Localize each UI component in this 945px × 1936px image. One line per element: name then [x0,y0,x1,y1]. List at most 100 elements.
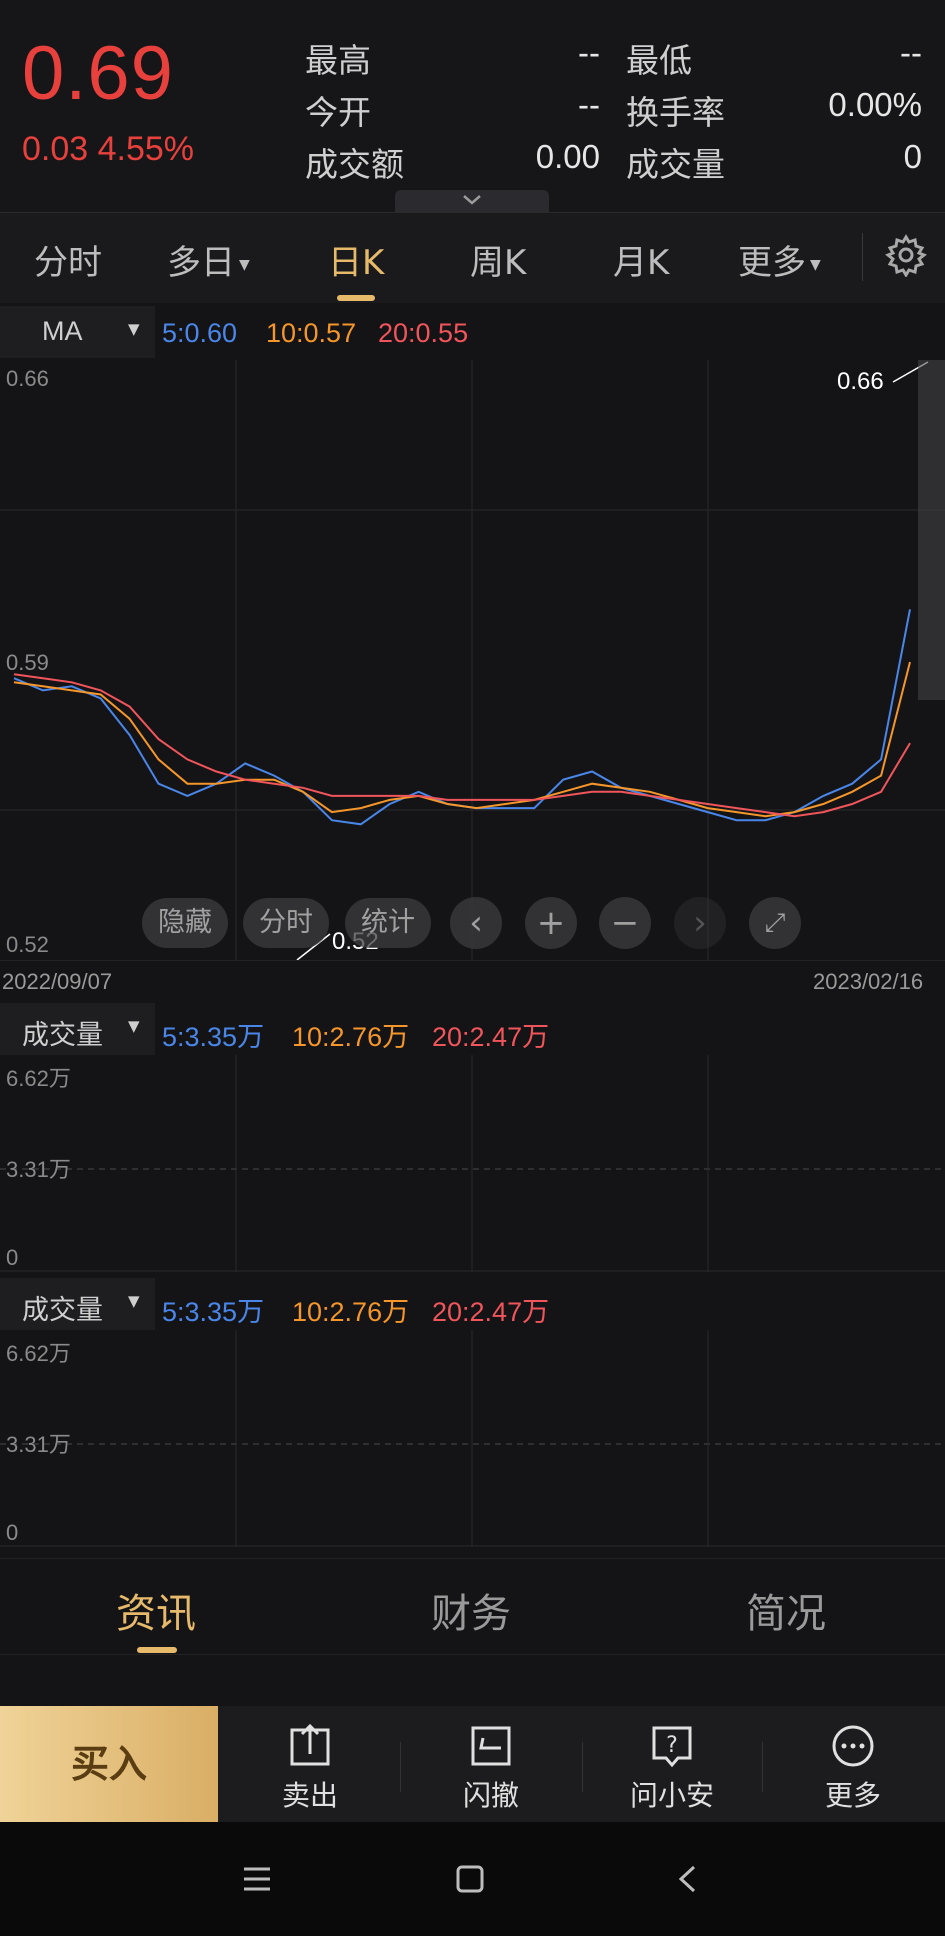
tab-divider [862,233,863,281]
ma10-value: 10:0.57 [266,318,357,348]
caret-down-icon: ▼ [239,256,250,273]
vol-y-top-label: 6.62万 [6,1341,71,1366]
date-axis: 2022/09/07 2023/02/16 [0,960,945,999]
zoom-in-icon[interactable]: + [525,897,577,949]
more-actions-label: 更多 [824,1779,881,1812]
vol-y-mid-label: 3.31万 [6,1432,71,1457]
y-axis-top-label: 0.66 [6,366,49,391]
vol-ma20-value: 20:2.47万 [432,1022,550,1052]
active-tab-indicator [337,295,375,301]
volume-indicator-selector-2[interactable]: 成交量 ▼ [0,1278,155,1330]
active-info-tab-indicator [137,1647,177,1653]
intraday-button[interactable]: 分时 [243,898,329,948]
caret-down-icon: ▼ [128,1292,140,1310]
indicator-name: MA [42,316,83,346]
turnover-rate-value: 0.00% [828,86,922,123]
svg-text:?: ? [666,1733,678,1758]
high-marker-label: 0.66 [837,368,884,395]
volume-value: 0 [903,138,922,175]
trade-action-bar: 买入 卖出 闪撤 ? 问小安 更多 [0,1706,945,1822]
ask-assistant-button[interactable]: ? 问小安 [612,1724,732,1814]
ma20-value: 20:0.55 [378,318,469,348]
vol-ma20-value: 20:2.47万 [432,1297,550,1327]
tab-profile[interactable]: 简况 [746,1581,826,1639]
reset-icon[interactable]: ⤢ [749,897,801,949]
high-label: 最高 [305,41,371,80]
kline-chart[interactable]: 0.66 0.59 0.52 0.66 0.52 隐藏 分时 统计 ‹ + − … [0,360,945,960]
vol-y-bottom-label: 0 [6,1245,19,1270]
caret-down-icon: ▼ [810,256,821,273]
period-tabs: 分时 多日 ▼ 日K 周K 月K 更多 ▼ [0,212,945,303]
tab-multiday[interactable]: 多日 ▼ [167,235,250,284]
low-value: -- [900,34,922,71]
vol-ma5-value: 5:3.35万 [162,1297,265,1327]
ma-legend-bar: MA ▼ 5:0.60 10:0.57 20:0.55 [0,306,945,358]
volume-canvas-2 [0,1330,945,1547]
quick-cancel-button[interactable]: 闪撤 [431,1724,551,1814]
volume-label: 成交量 [626,145,725,184]
tab-daily-k[interactable]: 日K [328,235,384,284]
sell-label: 卖出 [281,1779,338,1812]
ma10-line [13,661,911,818]
vol-y-mid-label: 3.31万 [6,1157,71,1182]
open-value: -- [578,86,600,123]
y-axis-bottom-label: 0.52 [6,932,49,957]
amount-value: 0.00 [535,138,600,175]
tab-finance[interactable]: 财务 [431,1581,511,1639]
hide-button[interactable]: 隐藏 [142,898,228,948]
buy-button[interactable]: 买入 [0,1706,218,1822]
tab-news[interactable]: 资讯 [116,1581,196,1639]
menu-icon[interactable] [242,1866,272,1892]
indicator-selector[interactable]: MA ▼ [0,306,155,358]
volume-canvas-1 [0,1055,945,1272]
turnover-rate-label: 换手率 [626,93,725,132]
price-change: 0.03 4.55% [22,130,195,168]
chevron-left-icon[interactable]: ‹ [450,897,502,949]
expand-handle[interactable] [395,190,549,212]
volume-legend-bar-2: 成交量 ▼ 5:3.35万 10:2.76万 20:2.47万 [0,1278,945,1330]
stats-button[interactable]: 统计 [345,898,431,948]
home-icon[interactable] [455,1864,485,1894]
volume-legend-bar-1: 成交量 ▼ 5:3.35万 10:2.76万 20:2.47万 [0,1003,945,1055]
quote-header: 0.69 0.03 4.55% 最高 -- 最低 -- 今开 -- 换手率 0.… [0,0,945,212]
tab-intraday[interactable]: 分时 [34,235,102,284]
system-nav-bar [0,1822,945,1936]
ma5-line [13,609,911,826]
tab-more[interactable]: 更多 ▼ [738,235,821,284]
vol-y-bottom-label: 0 [6,1520,19,1545]
action-divider [762,1742,763,1792]
volume-chart-2[interactable]: 6.62万 3.31万 0 [0,1330,945,1547]
low-label: 最低 [626,41,692,80]
more-dots-icon [832,1725,874,1767]
tab-more-label: 更多 [738,243,806,283]
open-label: 今开 [305,93,371,132]
tab-monthly-k[interactable]: 月K [613,235,669,284]
kline-canvas [0,360,945,960]
volume-chart-1[interactable]: 6.62万 3.31万 0 [0,1055,945,1272]
volume-indicator-name: 成交量 [22,1020,103,1050]
y-axis-mid-label: 0.59 [6,650,49,675]
gear-icon[interactable] [884,233,928,277]
chevron-right-icon[interactable]: › [674,897,726,949]
vol-ma5-value: 5:3.35万 [162,1022,265,1052]
more-actions-button[interactable]: 更多 [793,1724,913,1814]
tab-weekly-k[interactable]: 周K [470,235,526,284]
content-area [0,1654,945,1707]
chart-scroll-handle[interactable] [918,360,945,700]
action-divider [400,1742,401,1792]
back-icon[interactable] [676,1864,700,1894]
vol-ma10-value: 10:2.76万 [292,1022,410,1052]
zoom-out-icon[interactable]: − [599,897,651,949]
last-price: 0.69 [22,31,174,116]
date-end-label: 2023/02/16 [813,969,924,994]
high-value: -- [578,34,600,71]
ask-assistant-label: 问小安 [629,1779,714,1812]
amount-label: 成交额 [305,145,404,184]
sell-button[interactable]: 卖出 [250,1724,370,1814]
info-tabs: 资讯 财务 简况 [0,1558,945,1655]
volume-indicator-selector-1[interactable]: 成交量 ▼ [0,1003,155,1055]
caret-down-icon: ▼ [128,320,140,338]
quick-cancel-label: 闪撤 [462,1779,519,1812]
action-divider [582,1742,583,1792]
vol-ma10-value: 10:2.76万 [292,1297,410,1327]
